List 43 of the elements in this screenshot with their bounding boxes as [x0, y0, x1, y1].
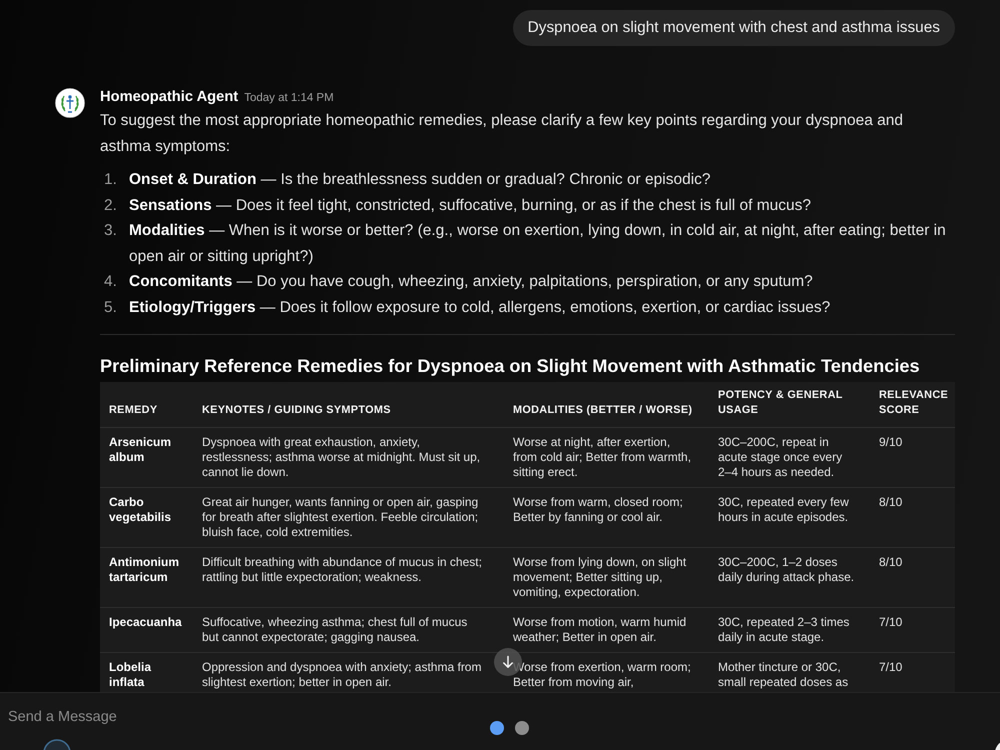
question-text: Modalities — When is it worse or better? (e.g., worse on exertion, lying down, in cold air, at night, after eating; better in open air or sitting upright?): [129, 221, 947, 266]
list-number: 4.: [103, 272, 118, 292]
column-header: POTENCY & GENERAL USAGE: [709, 382, 870, 428]
user-message: Dyspnoea on slight movement with chest and asthma issues: [512, 10, 955, 46]
question-text: Concomitants — Do you have cough, wheezing, anxiety, palpitations, perspiration, or any sputum?: [129, 272, 813, 292]
table-cell: Arsenicum album: [100, 428, 193, 488]
table-cell: Worse from lying down, on slight movement; Better sitting up, vomiting, expectoration.: [504, 548, 709, 608]
table-cell: 30C–200C, repeat in acute stage once every 2–4 hours as needed.: [709, 428, 870, 488]
table-cell: 8/10: [870, 548, 955, 608]
table-cell: 30C–200C, 1–2 doses daily during attack phase.: [709, 548, 870, 608]
table-title: Preliminary Reference Remedies for Dyspnoea on Slight Movement with Asthmatic Tendencies: [100, 355, 921, 378]
table-cell: Worse at night, after exertion, from cold air; Better from warmth, sitting erect.: [504, 428, 709, 488]
page-dot[interactable]: [490, 721, 504, 735]
table-cell: 30C, repeated 2–3 times daily in acute stage.: [709, 608, 870, 652]
table-cell: 9/10: [870, 428, 955, 488]
table-cell: Great air hunger, wants fanning or open air, gasping for breath after slightest exertion. Feeble circulation; bluish face, cold extremities.: [193, 488, 504, 548]
list-number: 2.: [103, 196, 118, 216]
table-cell: 30C, repeated every few hours in acute episodes.: [709, 488, 870, 548]
column-header: KEYNOTES / GUIDING SYMPTOMS: [193, 382, 504, 428]
wreath-logo-icon: [55, 88, 85, 118]
table-cell: Dyspnoea with great exhaustion, anxiety, restlessness; asthma worse at midnight. Must sit up, cannot lie down.: [193, 428, 504, 488]
table-cell: Antimonium tartaricum: [100, 548, 193, 608]
table-cell: 7/10: [870, 608, 955, 652]
table-cell: Difficult breathing with abundance of mucus in chest; rattling but little expectoration; weakness.: [193, 548, 504, 608]
column-header: REMEDY: [100, 382, 193, 428]
down-arrow-icon: [501, 655, 515, 669]
list-number: 3.: [103, 221, 118, 241]
message-text: To suggest the most appropriate homeopathic remedies, please clarify a few key points regarding your dyspnoea and asthma symptoms:: [100, 111, 904, 157]
column-header: MODALITIES (BETTER / WORSE): [504, 382, 709, 428]
question-text: Etiology/Triggers — Does it follow exposure to cold, allergens, emotions, exertion, or cardiac issues?: [129, 298, 830, 318]
page-dot[interactable]: [515, 721, 529, 735]
table-cell: Worse from warm, closed room; Better by fanning or cool air.: [504, 488, 709, 548]
table-cell: Suffocative, wheezing asthma; chest full of mucus but cannot expectorate; gagging nausea.: [193, 608, 504, 652]
table-cell: Ipecacuanha: [100, 608, 193, 652]
message-time: Today at 1:14 PM: [244, 91, 334, 106]
question-text: Sensations — Does it feel tight, constricted, suffocative, burning, or as if the chest is full of mucus?: [129, 196, 812, 216]
table-cell: 8/10: [870, 488, 955, 548]
list-number: 5.: [103, 298, 118, 318]
column-header: RELEVANCE SCORE: [870, 382, 955, 428]
question-text: Onset & Duration — Is the breathlessness sudden or gradual? Chronic or episodic?: [129, 170, 711, 190]
sender-name: Homeopathic Agent: [100, 88, 238, 107]
list-number: 1.: [103, 170, 118, 190]
table-cell: Carbo vegetabilis: [100, 488, 193, 548]
